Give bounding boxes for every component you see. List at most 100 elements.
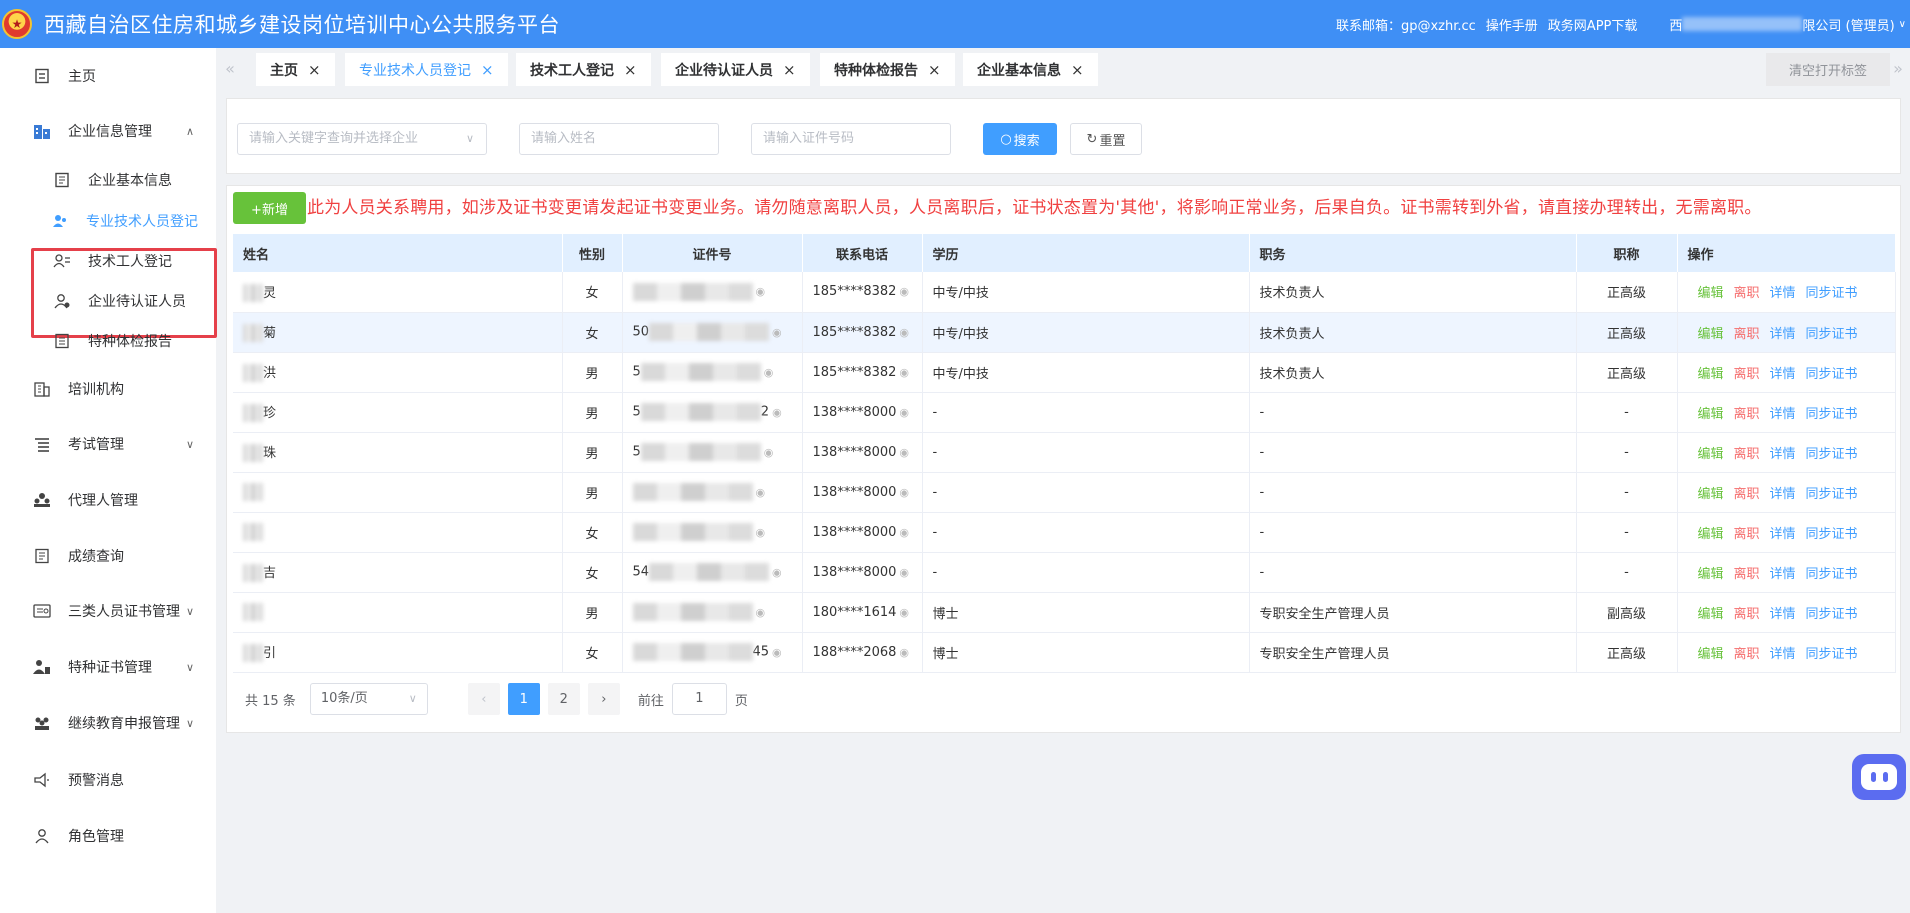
sidebar-item-pending-certification[interactable]: 企业待认证人员 (0, 281, 216, 321)
detail-link[interactable]: 详情 (1770, 607, 1796, 622)
close-icon[interactable]: × (783, 61, 796, 79)
edit-link[interactable]: 编辑 (1698, 327, 1724, 342)
eye-icon[interactable]: ◉ (899, 285, 909, 298)
detail-link[interactable]: 详情 (1770, 327, 1796, 342)
edit-link[interactable]: 编辑 (1698, 286, 1724, 301)
resign-link[interactable]: 离职 (1734, 407, 1760, 422)
sidebar-item-special-cert[interactable]: 特种证书管理 ∨ (0, 647, 216, 687)
edit-link[interactable]: 编辑 (1698, 367, 1724, 382)
detail-link[interactable]: 详情 (1770, 527, 1796, 542)
eye-icon[interactable]: ◉ (899, 326, 909, 339)
edit-link[interactable]: 编辑 (1698, 647, 1724, 662)
close-icon[interactable]: × (481, 61, 494, 79)
sidebar-item-professional-staff[interactable]: 专业技术人员登记 (32, 201, 212, 241)
detail-link[interactable]: 详情 (1770, 286, 1796, 301)
name-input[interactable]: 请输入姓名 (519, 123, 719, 155)
detail-link[interactable]: 详情 (1770, 647, 1796, 662)
sync-certificate-link[interactable]: 同步证书 (1806, 367, 1858, 382)
resign-link[interactable]: 离职 (1734, 367, 1760, 382)
tab-physical-report[interactable]: 特种体检报告 × (820, 53, 955, 86)
sidebar-item-physical-report[interactable]: 特种体检报告 (0, 321, 216, 361)
next-page-icon[interactable]: › (587, 683, 620, 715)
sidebar-item-home[interactable]: 主页 (0, 56, 216, 96)
eye-icon[interactable]: ◉ (756, 285, 766, 298)
sync-certificate-link[interactable]: 同步证书 (1806, 487, 1858, 502)
resign-link[interactable]: 离职 (1734, 327, 1760, 342)
eye-icon[interactable]: ◉ (756, 606, 766, 619)
eye-icon[interactable]: ◉ (764, 446, 774, 459)
user-menu[interactable]: 西 限公司 (管理员) ∨ (1669, 15, 1910, 34)
resign-link[interactable]: 离职 (1734, 286, 1760, 301)
sync-certificate-link[interactable]: 同步证书 (1806, 447, 1858, 462)
sync-certificate-link[interactable]: 同步证书 (1806, 327, 1858, 342)
page-2-button[interactable]: 2 (547, 683, 580, 715)
id-number-input[interactable]: 请输入证件号码 (751, 123, 951, 155)
close-icon[interactable]: × (308, 61, 321, 79)
sidebar-item-agents[interactable]: 代理人管理 (0, 480, 216, 520)
eye-icon[interactable]: ◉ (772, 646, 782, 659)
sidebar-item-exam[interactable]: 考试管理 ∨ (0, 424, 216, 464)
close-icon[interactable]: × (928, 61, 941, 79)
sidebar-item-three-cert[interactable]: 三类人员证书管理 ∨ (0, 591, 216, 631)
tab-company-basic[interactable]: 企业基本信息 × (963, 53, 1098, 86)
sidebar-item-company-info[interactable]: 企业信息管理 ∧ (0, 111, 216, 151)
app-download-link[interactable]: 政务网APP下载 (1548, 15, 1638, 34)
tab-professional-staff[interactable]: 专业技术人员登记 × (345, 53, 508, 86)
sidebar-item-company-basic[interactable]: 企业基本信息 (0, 160, 216, 200)
eye-icon[interactable]: ◉ (899, 446, 909, 459)
prev-page-icon[interactable]: ‹ (467, 683, 500, 715)
eye-icon[interactable]: ◉ (899, 526, 909, 539)
tabs-scroll-right-icon[interactable]: » (1886, 56, 1910, 82)
eye-icon[interactable]: ◉ (764, 366, 774, 379)
edit-link[interactable]: 编辑 (1698, 487, 1724, 502)
page-1-button[interactable]: 1 (507, 683, 540, 715)
eye-icon[interactable]: ◉ (756, 486, 766, 499)
goto-page-input[interactable]: 1 (671, 683, 727, 715)
edit-link[interactable]: 编辑 (1698, 447, 1724, 462)
close-icon[interactable]: × (1071, 61, 1084, 79)
eye-icon[interactable]: ◉ (899, 606, 909, 619)
chat-robot-icon[interactable] (1852, 754, 1906, 800)
eye-icon[interactable]: ◉ (772, 326, 782, 339)
search-button[interactable]: ○ 搜索 (983, 123, 1057, 155)
detail-link[interactable]: 详情 (1770, 487, 1796, 502)
sidebar-item-continuing-edu[interactable]: 继续教育申报管理 ∨ (0, 703, 216, 743)
eye-icon[interactable]: ◉ (756, 526, 766, 539)
edit-link[interactable]: 编辑 (1698, 607, 1724, 622)
resign-link[interactable]: 离职 (1734, 647, 1760, 662)
sidebar-item-warnings[interactable]: 预警消息 (0, 760, 216, 800)
resign-link[interactable]: 离职 (1734, 567, 1760, 582)
edit-link[interactable]: 编辑 (1698, 567, 1724, 582)
eye-icon[interactable]: ◉ (899, 566, 909, 579)
eye-icon[interactable]: ◉ (899, 486, 909, 499)
manual-link[interactable]: 操作手册 (1486, 15, 1538, 34)
resign-link[interactable]: 离职 (1734, 607, 1760, 622)
sync-certificate-link[interactable]: 同步证书 (1806, 567, 1858, 582)
clear-tabs-button[interactable]: 清空打开标签 (1766, 53, 1890, 86)
reset-button[interactable]: ↻ 重置 (1070, 123, 1142, 155)
sync-certificate-link[interactable]: 同步证书 (1806, 527, 1858, 542)
close-icon[interactable]: × (624, 61, 637, 79)
resign-link[interactable]: 离职 (1734, 527, 1760, 542)
sidebar-item-training[interactable]: 培训机构 (0, 369, 216, 409)
detail-link[interactable]: 详情 (1770, 447, 1796, 462)
eye-icon[interactable]: ◉ (772, 406, 782, 419)
tab-home[interactable]: 主页 × (256, 53, 335, 86)
detail-link[interactable]: 详情 (1770, 567, 1796, 582)
sync-certificate-link[interactable]: 同步证书 (1806, 286, 1858, 301)
eye-icon[interactable]: ◉ (899, 366, 909, 379)
resign-link[interactable]: 离职 (1734, 487, 1760, 502)
sync-certificate-link[interactable]: 同步证书 (1806, 407, 1858, 422)
detail-link[interactable]: 详情 (1770, 367, 1796, 382)
resign-link[interactable]: 离职 (1734, 447, 1760, 462)
eye-icon[interactable]: ◉ (899, 646, 909, 659)
tab-pending-certification[interactable]: 企业待认证人员 × (661, 53, 810, 86)
eye-icon[interactable]: ◉ (899, 406, 909, 419)
sync-certificate-link[interactable]: 同步证书 (1806, 607, 1858, 622)
tabs-scroll-left-icon[interactable]: « (218, 56, 242, 82)
edit-link[interactable]: 编辑 (1698, 527, 1724, 542)
detail-link[interactable]: 详情 (1770, 407, 1796, 422)
company-select[interactable]: 请输入关键字查询并选择企业 ∨ (237, 123, 487, 155)
sidebar-item-scores[interactable]: 成绩查询 (0, 536, 216, 576)
eye-icon[interactable]: ◉ (772, 566, 782, 579)
